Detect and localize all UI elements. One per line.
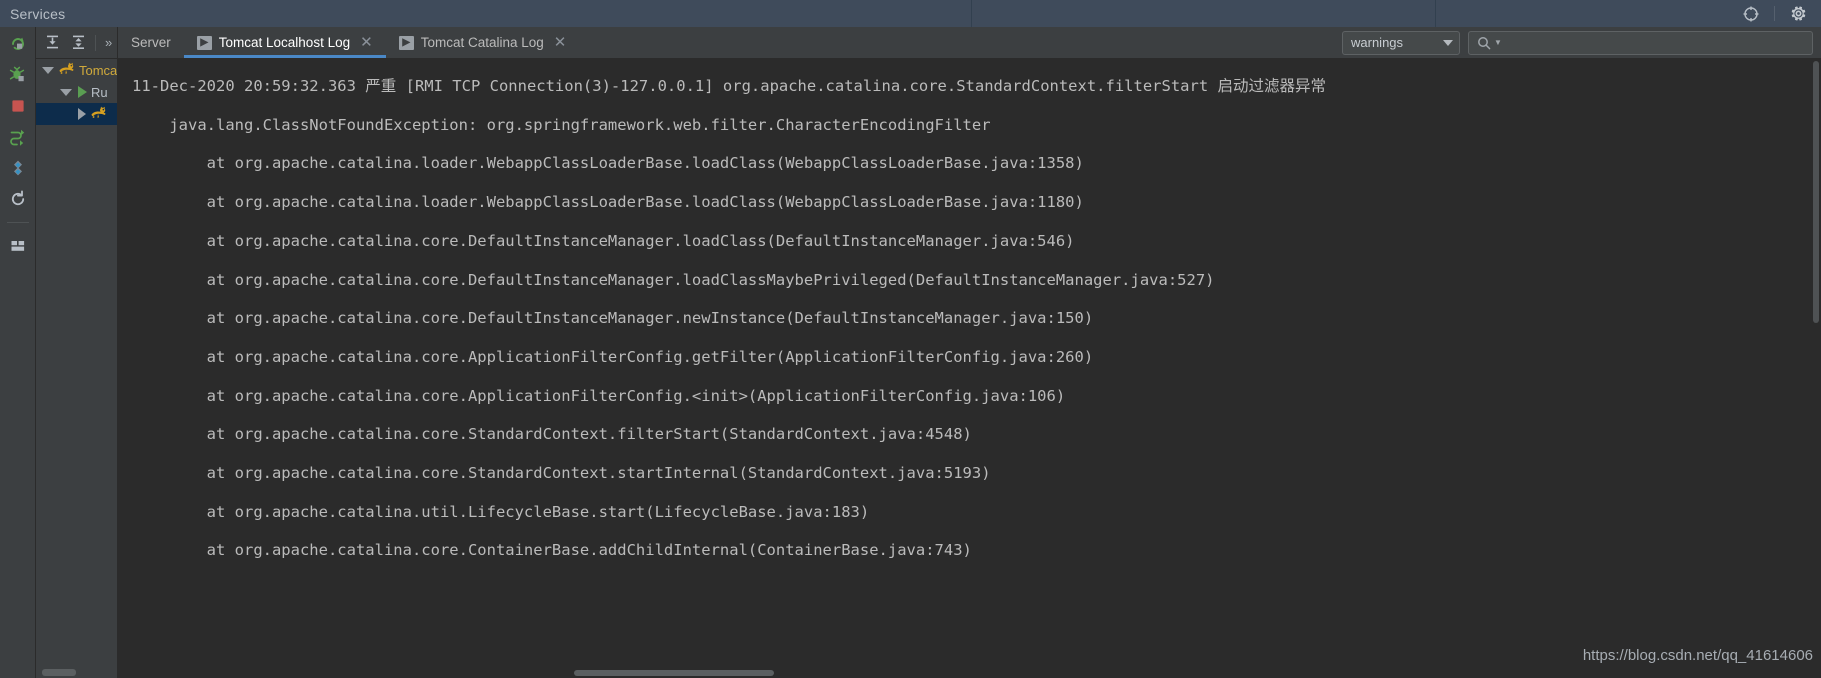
console-tab-bar: Server ▶ Tomcat Localhost Log ✕ ▶ Tomcat… bbox=[118, 27, 1821, 58]
tree-horizontal-scrollbar[interactable] bbox=[36, 666, 117, 678]
title-bar-middle-segment bbox=[972, 0, 1436, 27]
chevron-right-icon[interactable] bbox=[78, 108, 86, 120]
close-icon[interactable]: ✕ bbox=[554, 35, 567, 50]
horizontal-scrollbar-thumb[interactable] bbox=[574, 670, 774, 676]
chevron-down-icon[interactable] bbox=[42, 66, 54, 74]
search-options-chevron-icon[interactable]: ▼ bbox=[1494, 38, 1502, 47]
chevron-down-icon[interactable] bbox=[60, 88, 72, 96]
update-application-icon[interactable] bbox=[7, 126, 29, 148]
tab-tomcat-localhost-log[interactable]: ▶ Tomcat Localhost Log ✕ bbox=[183, 27, 386, 58]
tree-node-running-label: Ru bbox=[91, 84, 108, 100]
rail-divider bbox=[6, 222, 29, 223]
log-level-filter-value: warnings bbox=[1351, 35, 1404, 50]
services-tool-window: Services » Server ▶ Tomcat Localhost Log… bbox=[0, 0, 1821, 678]
tab-toolbar: » Server ▶ Tomcat Localhost Log ✕ ▶ Tomc… bbox=[36, 27, 1821, 59]
log-line: java.lang.ClassNotFoundException: org.sp… bbox=[132, 115, 991, 134]
tree-scrollbar-thumb[interactable] bbox=[42, 669, 76, 676]
log-line: at org.apache.catalina.util.LifecycleBas… bbox=[132, 502, 870, 521]
main-row: » Server ▶ Tomcat Localhost Log ✕ ▶ Tomc… bbox=[0, 27, 1821, 678]
overflow-chevron-icon[interactable]: » bbox=[103, 35, 114, 50]
layout-settings-icon[interactable] bbox=[7, 235, 29, 257]
run-icon bbox=[78, 86, 87, 98]
collapse-all-icon[interactable] bbox=[68, 33, 88, 53]
title-bar-left-segment: Services bbox=[0, 0, 972, 27]
debug-icon[interactable] bbox=[7, 64, 29, 86]
services-tree: Tomca Ru bbox=[36, 59, 118, 678]
settings-gear-icon[interactable] bbox=[1789, 5, 1807, 23]
refresh-icon[interactable] bbox=[7, 188, 29, 210]
content-row: Tomca Ru 11-Dec-2020 20:59:32.363 严重 [RM… bbox=[36, 59, 1821, 678]
stop-icon[interactable] bbox=[7, 95, 29, 117]
log-console[interactable]: 11-Dec-2020 20:59:32.363 严重 [RMI TCP Con… bbox=[118, 59, 1821, 678]
log-lines: 11-Dec-2020 20:59:32.363 严重 [RMI TCP Con… bbox=[118, 59, 1821, 570]
log-play-icon: ▶ bbox=[398, 35, 414, 50]
console-filter-area: warnings ▼ bbox=[1342, 27, 1821, 58]
console-search-input[interactable]: ▼ bbox=[1468, 30, 1813, 55]
log-line: 11-Dec-2020 20:59:32.363 严重 [RMI TCP Con… bbox=[132, 77, 1326, 95]
log-line: at org.apache.catalina.loader.WebappClas… bbox=[132, 193, 1084, 212]
tab-tomcat-catalina-log-label: Tomcat Catalina Log bbox=[420, 35, 544, 50]
tab-tomcat-localhost-log-label: Tomcat Localhost Log bbox=[218, 35, 351, 50]
edit-configuration-icon[interactable] bbox=[7, 157, 29, 179]
log-level-filter[interactable]: warnings bbox=[1342, 30, 1460, 55]
tree-toolbar: » bbox=[36, 27, 118, 58]
tree-node-running[interactable]: Ru bbox=[36, 81, 117, 103]
title-bar-right-segment bbox=[1436, 0, 1821, 27]
watermark: https://blog.csdn.net/qq_41614606 bbox=[1582, 647, 1813, 664]
log-line: at org.apache.catalina.core.DefaultInsta… bbox=[132, 270, 1215, 289]
toolbar-divider bbox=[95, 34, 96, 51]
tree-node-tomcat-instance[interactable] bbox=[36, 103, 117, 125]
tree-node-tomcat-server[interactable]: Tomca bbox=[36, 59, 117, 81]
console-vertical-scrollbar[interactable] bbox=[1811, 59, 1821, 678]
console-horizontal-scrollbar[interactable] bbox=[118, 667, 1811, 678]
window-title: Services bbox=[10, 5, 66, 22]
tab-tomcat-catalina-log[interactable]: ▶ Tomcat Catalina Log ✕ bbox=[386, 27, 580, 58]
title-bar-divider bbox=[1774, 6, 1775, 21]
title-bar: Services bbox=[0, 0, 1821, 27]
tomcat-icon bbox=[58, 62, 75, 79]
log-play-icon: ▶ bbox=[196, 35, 212, 50]
chevron-down-icon bbox=[1443, 39, 1453, 46]
crosshair-icon[interactable] bbox=[1742, 5, 1760, 23]
log-line: at org.apache.catalina.core.ContainerBas… bbox=[132, 541, 972, 560]
tree-node-tomcat-server-label: Tomca bbox=[79, 62, 118, 78]
log-line: at org.apache.catalina.core.ApplicationF… bbox=[132, 386, 1066, 405]
search-icon bbox=[1478, 36, 1491, 49]
expand-all-icon[interactable] bbox=[42, 33, 62, 53]
tomcat-icon bbox=[90, 106, 107, 123]
tab-server-label: Server bbox=[131, 35, 171, 50]
services-content: » Server ▶ Tomcat Localhost Log ✕ ▶ Tomc… bbox=[36, 27, 1821, 678]
log-line: at org.apache.catalina.core.DefaultInsta… bbox=[132, 309, 1094, 328]
log-line: at org.apache.catalina.loader.WebappClas… bbox=[132, 154, 1084, 173]
tab-server[interactable]: Server bbox=[118, 27, 184, 58]
log-line: at org.apache.catalina.core.DefaultInsta… bbox=[132, 231, 1075, 250]
rerun-icon[interactable] bbox=[7, 33, 29, 55]
log-line: at org.apache.catalina.core.StandardCont… bbox=[132, 425, 972, 444]
close-icon[interactable]: ✕ bbox=[360, 35, 373, 50]
log-line: at org.apache.catalina.core.ApplicationF… bbox=[132, 347, 1094, 366]
run-actions-toolbar bbox=[0, 27, 36, 678]
vertical-scrollbar-thumb[interactable] bbox=[1813, 61, 1819, 323]
log-line: at org.apache.catalina.core.StandardCont… bbox=[132, 464, 991, 483]
